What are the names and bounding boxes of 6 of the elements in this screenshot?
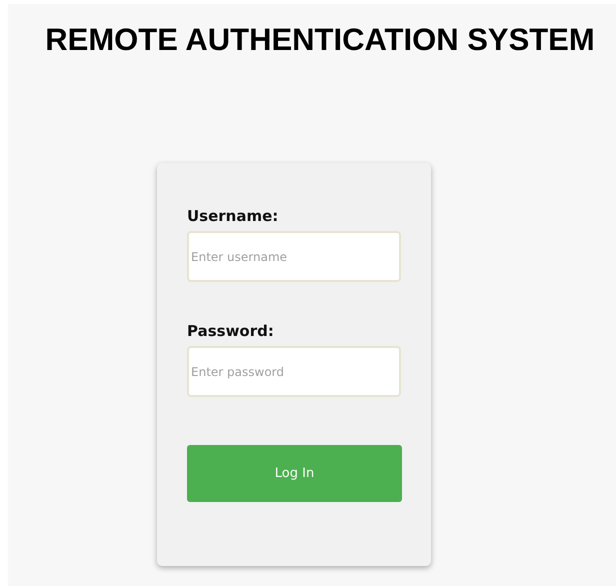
input-field[interactable]: Enter username [187,231,401,282]
field-label: Password: [187,322,274,340]
input-field[interactable]: Enter password [187,346,401,397]
field-label: Username: [187,207,278,225]
login-button[interactable]: Log In [187,445,402,502]
page-title: REMOTE AUTHENTICATION SYSTEM [45,22,595,58]
